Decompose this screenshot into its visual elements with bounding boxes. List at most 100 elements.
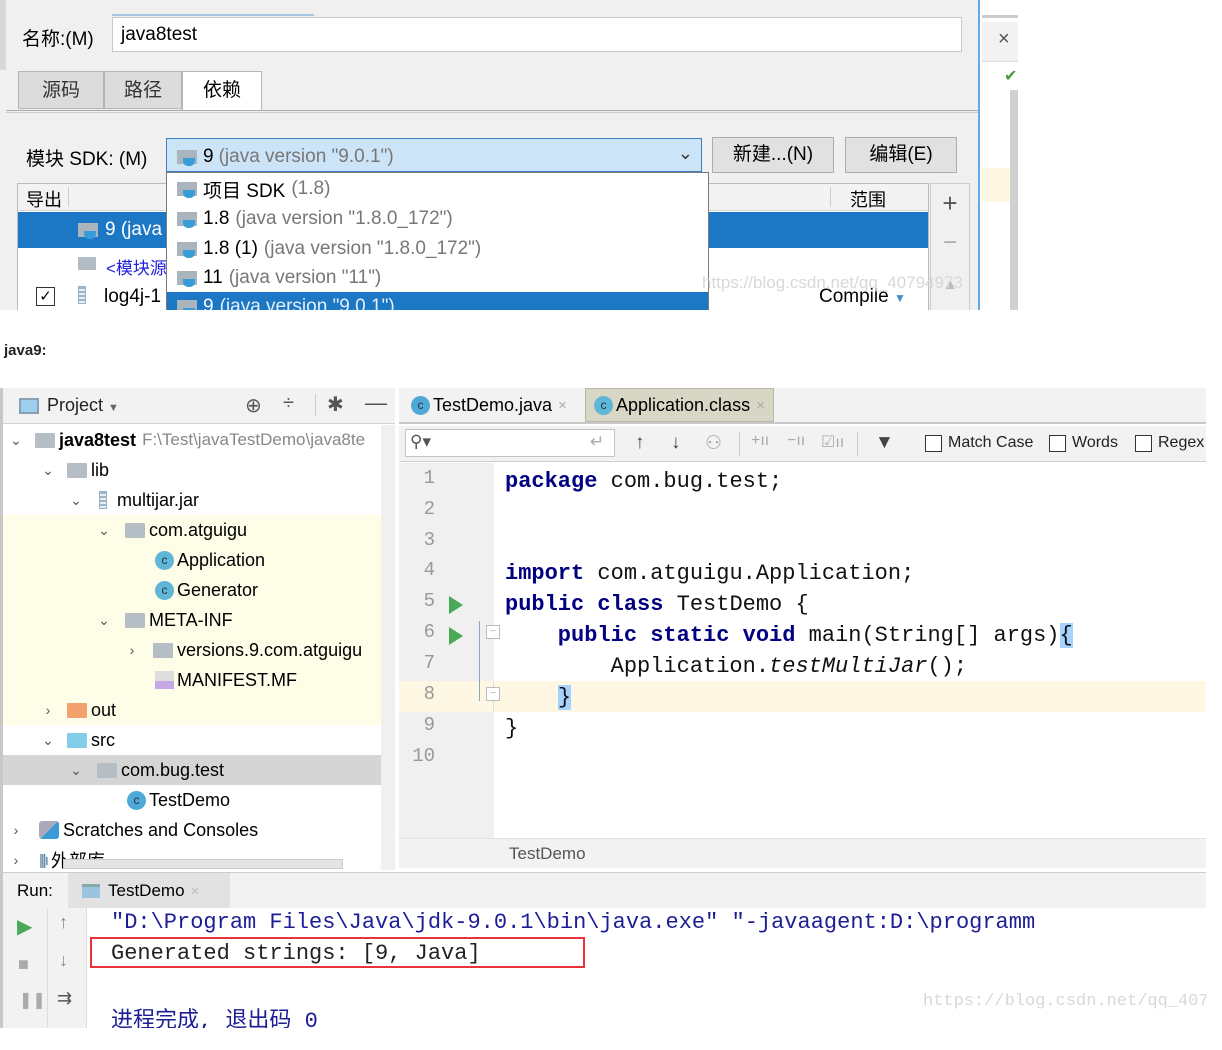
previous-occurrence-icon[interactable]: ↑ [635,432,645,454]
code-line: public class TestDemo { [505,589,809,620]
project-view-selector[interactable]: Project ▼ [47,395,119,416]
close-tab-icon[interactable]: × [191,883,200,900]
tab-paths[interactable]: 路径 [104,71,182,109]
option-name: 项目 SDK [203,180,286,202]
package-locked-icon [125,612,145,628]
option-name: 1.8 (1) [203,238,258,259]
words-checkbox[interactable]: Words [1049,434,1118,452]
matched-brace: { [1059,623,1073,648]
checkbox-label: Match Case [948,434,1034,451]
code-line: Application.testMultiJar(); [505,651,967,682]
sdk-option-1-8-1[interactable]: 1.8 (1) (java version "1.8.0_172") [167,234,708,264]
collapse-all-icon[interactable]: ÷ [283,392,294,415]
gear-icon[interactable]: ✱ [327,392,344,417]
scroll-up-icon[interactable]: ↑ [59,912,68,933]
tab-testdemo-java[interactable]: c TestDemo.java × [403,388,575,422]
search-icon: ⚲▾ [410,432,431,451]
soft-wrap-icon[interactable]: ⇉ [57,988,72,1009]
tree-item-generator[interactable]: c Generator [3,575,395,605]
sdk-option-project[interactable]: 项目 SDK (1.8) [167,174,708,204]
breadcrumb-item[interactable]: TestDemo [509,844,586,864]
tab-sources[interactable]: 源码 [18,71,104,109]
console-output[interactable]: "D:\Program Files\Java\jdk-9.0.1\bin\jav… [87,908,1206,1028]
chevron-down-icon: ⌄ [70,761,82,778]
tree-item-com-bug-test[interactable]: ⌄ com.bug.test [3,755,395,785]
code-text: com.atguigu.Application; [584,561,915,586]
run-main-icon[interactable] [449,627,463,645]
tree-item-com-atguigu[interactable]: ⌄ com.atguigu [3,515,395,545]
chevron-right-icon: › [129,642,135,658]
locate-icon[interactable]: ⊕ [245,393,262,418]
tree-item-out[interactable]: › out [3,695,395,725]
tree-label: TestDemo [149,789,231,810]
close-tab-icon[interactable]: × [756,397,765,414]
code-text: main(String[] args) [795,623,1060,648]
find-all-icon[interactable]: ⚇ [705,432,722,455]
filter-icon[interactable]: ▼ [875,432,894,454]
tab-dependencies[interactable]: 依赖 [182,71,262,111]
source-folder-icon [67,732,87,748]
tree-item-lib[interactable]: ⌄ lib [3,455,395,485]
scrollbar[interactable] [1010,90,1018,310]
close-icon[interactable]: × [998,28,1010,51]
tab-application-class[interactable]: c Application.class × [585,388,774,422]
export-checkbox[interactable]: ✓ [36,287,55,306]
tree-item-scratches[interactable]: › Scratches and Consoles [3,815,395,845]
scroll-down-icon[interactable]: ↓ [59,950,68,971]
stop-icon[interactable]: ■ [18,954,29,975]
next-occurrence-icon[interactable]: ↓ [671,432,681,454]
run-label: Run: [17,881,53,900]
tree-item-testdemo[interactable]: c TestDemo [3,785,395,815]
jdk-icon [78,221,100,239]
minimize-icon[interactable]: — [365,390,387,416]
tree-item-meta-inf[interactable]: ⌄ META-INF [3,605,395,635]
add-dependency-button[interactable]: + [931,188,969,219]
sdk-option-1-8[interactable]: 1.8 (java version "1.8.0_172") [167,204,708,234]
tree-item-multijar[interactable]: ⌄ multijar.jar [3,485,395,515]
module-sdk-select[interactable]: 9 (java version "9.0.1") ⌄ [166,138,702,172]
remove-occurrence-icon[interactable]: −ıı [787,432,805,450]
editor-gutter: 1 2 3 4 5 6 7 8 9 10 − − [399,463,500,838]
remove-dependency-button[interactable]: − [931,229,969,257]
match-case-checkbox[interactable]: Match Case [925,434,1033,452]
tree-item-manifest[interactable]: MANIFEST.MF [3,665,395,695]
tree-label: out [91,699,117,720]
rerun-icon[interactable]: ▶ [17,914,32,939]
code-editor[interactable]: package com.bug.test; import com.atguigu… [495,463,1206,838]
checkbox-box [1135,434,1152,452]
run-class-icon[interactable] [449,596,463,614]
horizontal-scrollbar[interactable] [63,859,343,869]
watermark: https://blog.csdn.net/qq_40794973 [923,992,1206,1011]
module-settings-dialog: 名称:(M) java8test 源码 路径 依赖 模块 SDK: (M) 9 … [0,0,980,310]
column-scope[interactable]: 范围 [850,186,886,212]
tree-item-versions[interactable]: › versions.9.com.atguigu [3,635,395,665]
regex-checkbox[interactable]: Regex [1135,434,1204,452]
tree-label: com.bug.test [121,759,225,780]
tree-path: F:\Test\javaTestDemo\java8te [142,430,366,449]
add-occurrence-icon[interactable]: +ıı [751,432,769,450]
chevron-down-icon: ⌄ [10,431,22,448]
tree-item-application[interactable]: c Application [3,545,395,575]
chevron-down-icon: ⌄ [677,143,693,163]
pause-icon[interactable]: ❚❚ [19,990,46,1010]
name-input[interactable]: java8test [112,17,962,52]
tree-item-src[interactable]: ⌄ src [3,725,395,755]
run-tab-testdemo[interactable]: TestDemo × [68,873,230,909]
line-number: 5 [423,590,435,612]
line-number: 8 [423,683,435,705]
edit-sdk-button[interactable]: 编辑(E) [845,137,957,173]
column-export[interactable]: 导出 [26,186,62,212]
sdk-option-9[interactable]: 9 (java version "9.0.1") [167,292,708,310]
package-icon [97,762,117,778]
line-number: 7 [423,652,435,674]
background-editor-strip: × ✔ [982,0,1018,310]
new-sdk-button[interactable]: 新建...(N) [712,137,834,173]
close-tab-icon[interactable]: × [558,397,567,414]
package-locked-icon [125,522,145,538]
change-marker [479,621,480,701]
folder-icon [78,257,96,270]
sdk-option-11[interactable]: 11 (java version "11") [167,263,708,293]
select-all-occurrences-icon[interactable]: ☑ıı [821,432,844,452]
search-input[interactable]: ⚲▾ ↵ [405,429,615,457]
tree-item-java8test[interactable]: ⌄ java8test F:\Test\javaTestDemo\java8te [3,425,395,455]
